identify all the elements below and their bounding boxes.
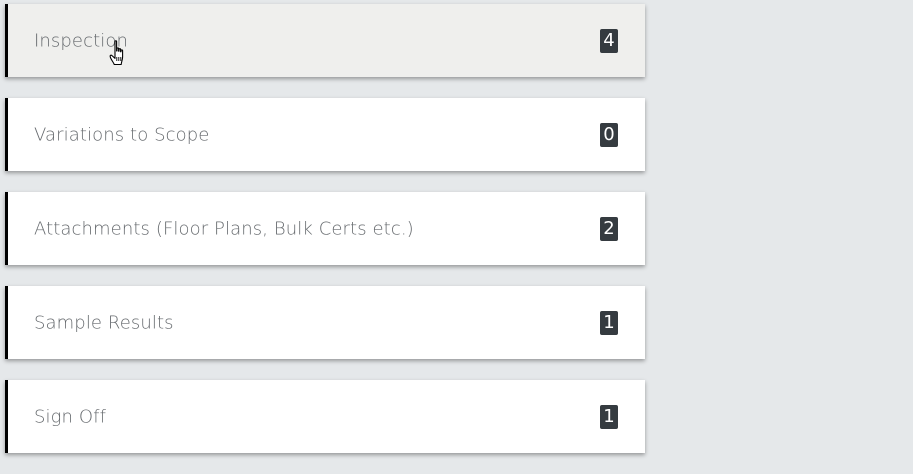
panel-sample-results-label: Sample Results <box>34 312 174 333</box>
panel-variations-to-scope-label: Variations to Scope <box>34 124 210 145</box>
panel-sign-off-count-badge: 1 <box>600 404 618 429</box>
section-list: Inspection 4 Variations to Scope 0 Attac… <box>5 4 645 474</box>
panel-attachments-count-badge: 2 <box>600 216 618 241</box>
panel-inspection-label: Inspection <box>34 30 128 51</box>
panel-sample-results-count-badge: 1 <box>600 310 618 335</box>
panel-attachments-label: Attachments (Floor Plans, Bulk Certs etc… <box>34 218 414 239</box>
panel-variations-to-scope-count-badge: 0 <box>600 122 618 147</box>
panel-attachments[interactable]: Attachments (Floor Plans, Bulk Certs etc… <box>5 192 645 265</box>
panel-inspection[interactable]: Inspection 4 <box>5 4 645 77</box>
panel-sign-off[interactable]: Sign Off 1 <box>5 380 645 453</box>
panel-variations-to-scope[interactable]: Variations to Scope 0 <box>5 98 645 171</box>
panel-sample-results[interactable]: Sample Results 1 <box>5 286 645 359</box>
panel-inspection-count-badge: 4 <box>600 28 618 53</box>
panel-sign-off-label: Sign Off <box>34 406 107 427</box>
